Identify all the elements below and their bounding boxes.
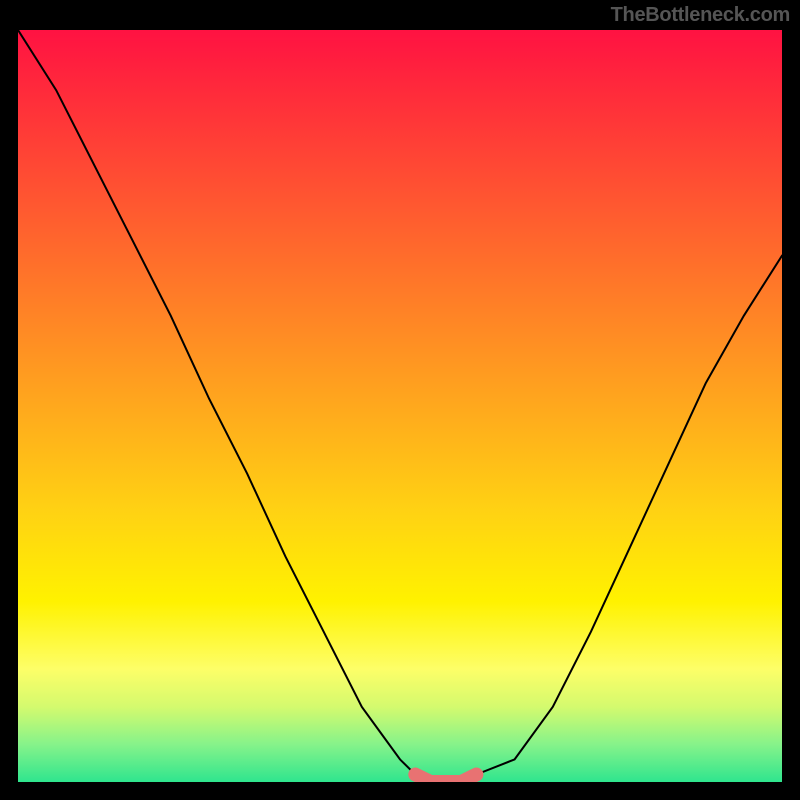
plot-area [18,30,782,782]
curve-svg [18,30,782,782]
highlight-curve-path [415,775,476,783]
main-curve-path [18,30,782,782]
chart-frame: TheBottleneck.com [0,0,800,800]
watermark-text: TheBottleneck.com [611,4,790,27]
